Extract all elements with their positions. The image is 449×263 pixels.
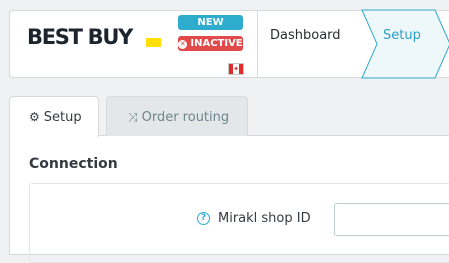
new-badge: NEW (178, 15, 243, 30)
logo-area: BEST BUY NEW ✕ INACTIVE ✦ (10, 11, 258, 77)
gear-icon: ⚙ (29, 110, 40, 124)
bestbuy-logo: BEST BUY (27, 25, 133, 49)
step-setup[interactable]: Setup (383, 28, 421, 43)
tab-order-routing[interactable]: ⤨ Order routing (106, 96, 248, 136)
mirakl-shop-id-input[interactable] (334, 203, 449, 236)
canada-flag-icon: ✦ (228, 63, 244, 75)
logo-tag-icon (146, 38, 161, 47)
section-title: Connection (29, 156, 118, 172)
shuffle-icon: ⤨ (128, 110, 138, 124)
step-dashboard[interactable]: Dashboard (270, 28, 341, 43)
mirakl-shop-id-label: Mirakl shop ID (218, 211, 311, 226)
help-icon[interactable]: ? (197, 212, 210, 225)
tab-setup[interactable]: ⚙ Setup (9, 96, 99, 137)
inactive-badge: ✕ INACTIVE (178, 36, 243, 51)
x-circle-icon: ✕ (178, 40, 188, 49)
